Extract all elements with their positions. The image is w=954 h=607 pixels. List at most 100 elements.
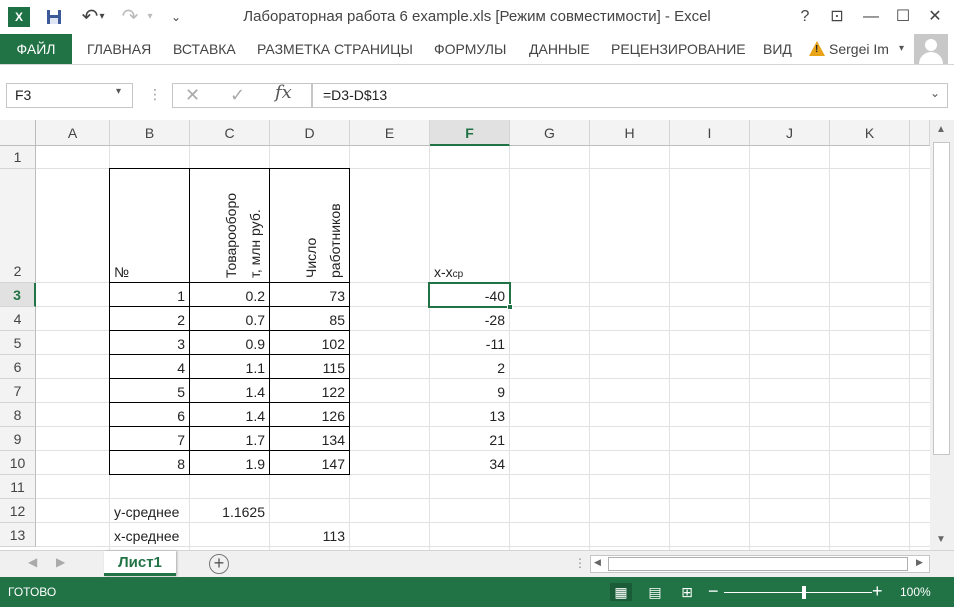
- scroll-left-icon[interactable]: ◀: [594, 557, 601, 568]
- next-sheet-icon[interactable]: ▶: [56, 555, 65, 569]
- close-button[interactable]: ✕: [918, 4, 952, 30]
- tab-insert[interactable]: ВСТАВКА: [173, 34, 236, 64]
- cell-d5[interactable]: 102: [270, 331, 349, 354]
- expand-formula-icon[interactable]: ⌄: [930, 86, 940, 100]
- row-header-10[interactable]: 10: [0, 451, 36, 475]
- sheet-tab-list1[interactable]: Лист1: [104, 551, 176, 576]
- insert-function-icon[interactable]: fx: [275, 82, 292, 103]
- scroll-up-icon[interactable]: ▲: [936, 124, 946, 135]
- tab-page-layout[interactable]: РАЗМЕТКА СТРАНИЦЫ: [257, 34, 413, 64]
- cell-c9[interactable]: 1.7: [190, 427, 269, 450]
- row-header-7[interactable]: 7: [0, 379, 36, 403]
- add-sheet-button[interactable]: +: [209, 554, 229, 574]
- cell-f4[interactable]: -28: [430, 307, 509, 330]
- cell-f5[interactable]: -11: [430, 331, 509, 354]
- cell-b8[interactable]: 6: [110, 403, 189, 426]
- cell-d4[interactable]: 85: [270, 307, 349, 330]
- column-header-k[interactable]: K: [830, 120, 910, 146]
- normal-view-icon[interactable]: ▦: [610, 583, 632, 601]
- column-header-f[interactable]: F: [430, 120, 510, 146]
- cancel-icon[interactable]: ✕: [185, 83, 200, 108]
- row-header-12[interactable]: 12: [0, 499, 36, 523]
- user-name[interactable]: Sergei Im: [829, 34, 889, 64]
- formula-bar-grip-icon[interactable]: ⋮: [148, 86, 162, 103]
- page-break-view-icon[interactable]: ⊞: [676, 583, 698, 601]
- active-cell-f3[interactable]: [428, 282, 511, 308]
- zoom-slider-thumb[interactable]: [802, 586, 806, 599]
- tab-review[interactable]: РЕЦЕНЗИРОВАНИЕ: [611, 34, 746, 64]
- cell-d13[interactable]: 113: [270, 523, 349, 546]
- column-header-g[interactable]: G: [510, 120, 590, 146]
- cell-f6[interactable]: 2: [430, 355, 509, 378]
- cell-f9[interactable]: 21: [430, 427, 509, 450]
- cell-b4[interactable]: 2: [110, 307, 189, 330]
- row-header-8[interactable]: 8: [0, 403, 36, 427]
- tab-home[interactable]: ГЛАВНАЯ: [87, 34, 151, 64]
- column-header-a[interactable]: A: [36, 120, 110, 146]
- row-header-11[interactable]: 11: [0, 475, 36, 499]
- zoom-level[interactable]: 100%: [900, 585, 931, 599]
- user-dropdown-icon[interactable]: ▾: [899, 34, 904, 64]
- zoom-in-button[interactable]: +: [872, 581, 883, 602]
- enter-icon[interactable]: ✓: [230, 83, 245, 108]
- cell-d7[interactable]: 122: [270, 379, 349, 402]
- name-box[interactable]: F3: [6, 83, 133, 108]
- row-header-4[interactable]: 4: [0, 307, 36, 331]
- cell-c7[interactable]: 1.4: [190, 379, 269, 402]
- row-header-6[interactable]: 6: [0, 355, 36, 379]
- cell-c8[interactable]: 1.4: [190, 403, 269, 426]
- cell-b7[interactable]: 5: [110, 379, 189, 402]
- cell-b13[interactable]: x-среднее: [110, 523, 189, 546]
- page-layout-view-icon[interactable]: ▤: [644, 583, 666, 601]
- cell-c12[interactable]: 1.1625: [190, 499, 269, 522]
- cell-b6[interactable]: 4: [110, 355, 189, 378]
- maximize-button[interactable]: ☐: [886, 4, 920, 30]
- column-header-i[interactable]: I: [670, 120, 750, 146]
- cell-b10[interactable]: 8: [110, 451, 189, 474]
- tab-file[interactable]: ФАЙЛ: [0, 34, 72, 64]
- scroll-down-icon[interactable]: ▼: [936, 534, 946, 545]
- cell-d6[interactable]: 115: [270, 355, 349, 378]
- row-header-9[interactable]: 9: [0, 427, 36, 451]
- name-box-dropdown-icon[interactable]: ▾: [116, 86, 121, 97]
- vertical-scrollbar[interactable]: ▲ ▼: [930, 120, 954, 550]
- vertical-scroll-thumb[interactable]: [933, 142, 950, 455]
- column-header-j[interactable]: J: [750, 120, 830, 146]
- cell-d10[interactable]: 147: [270, 451, 349, 474]
- cell-d3[interactable]: 73: [270, 283, 349, 306]
- cell-b9[interactable]: 7: [110, 427, 189, 450]
- minimize-button[interactable]: —: [854, 4, 888, 30]
- cell-f10[interactable]: 34: [430, 451, 509, 474]
- cell-b2[interactable]: №: [110, 169, 189, 282]
- column-header-b[interactable]: B: [110, 120, 190, 146]
- cell-c6[interactable]: 1.1: [190, 355, 269, 378]
- help-button[interactable]: ?: [788, 4, 822, 30]
- cell-c4[interactable]: 0.7: [190, 307, 269, 330]
- zoom-out-button[interactable]: −: [708, 581, 719, 602]
- horizontal-scroll-thumb[interactable]: [608, 557, 908, 571]
- column-header-c[interactable]: C: [190, 120, 270, 146]
- cell-f7[interactable]: 9: [430, 379, 509, 402]
- tab-split-grip-icon[interactable]: ⋮: [574, 556, 586, 570]
- column-header-e[interactable]: E: [350, 120, 430, 146]
- cell-f2[interactable]: x-x ср: [430, 169, 509, 282]
- tab-view[interactable]: ВИД: [763, 34, 792, 64]
- cell-b5[interactable]: 3: [110, 331, 189, 354]
- scroll-right-icon[interactable]: ▶: [916, 557, 923, 568]
- cell-c10[interactable]: 1.9: [190, 451, 269, 474]
- cell-b12[interactable]: y-среднее: [110, 499, 189, 522]
- row-header-13[interactable]: 13: [0, 523, 36, 547]
- ribbon-display-options-icon[interactable]: ⊡: [820, 4, 854, 30]
- select-all-corner[interactable]: [0, 120, 36, 146]
- cell-c3[interactable]: 0.2: [190, 283, 269, 306]
- tab-data[interactable]: ДАННЫЕ: [529, 34, 590, 64]
- row-header-1[interactable]: 1: [0, 146, 36, 169]
- formula-input[interactable]: =D3-D$13: [312, 83, 948, 108]
- fill-handle[interactable]: [507, 304, 513, 310]
- zoom-slider[interactable]: [724, 592, 872, 593]
- column-header-h[interactable]: H: [590, 120, 670, 146]
- cell-d9[interactable]: 134: [270, 427, 349, 450]
- tab-formulas[interactable]: ФОРМУЛЫ: [434, 34, 506, 64]
- avatar[interactable]: [914, 34, 948, 64]
- cell-f8[interactable]: 13: [430, 403, 509, 426]
